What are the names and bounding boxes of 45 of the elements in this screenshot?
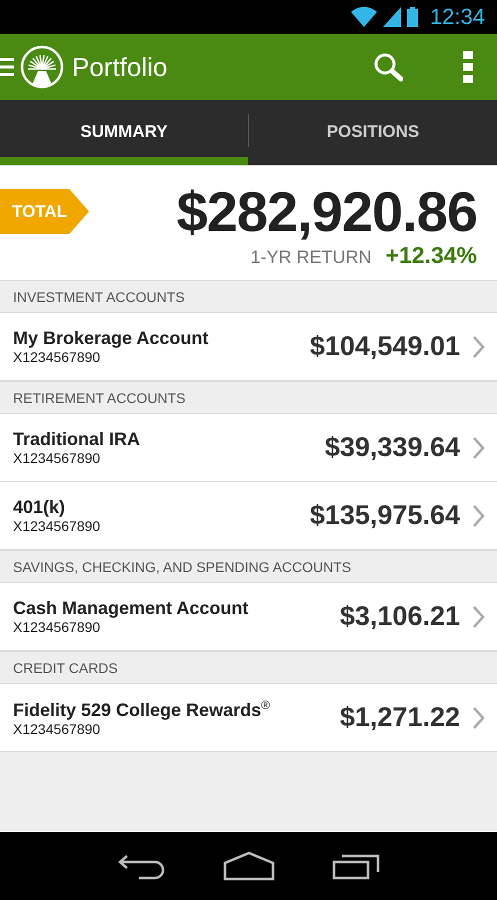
battery-icon — [406, 7, 418, 27]
app-title: Portfolio — [72, 52, 168, 82]
account-row[interactable]: Traditional IRA X1234567890 $39,339.64 — [0, 414, 497, 482]
account-balance: $3,106.21 — [340, 601, 460, 632]
home-icon[interactable] — [222, 851, 274, 881]
account-row[interactable]: Fidelity 529 College Rewards$^{®}$ X1234567890 $1,271.22 — [0, 684, 497, 752]
account-number: X1234567890 — [13, 518, 102, 534]
account-number: X1234567890 — [13, 619, 102, 635]
recent-apps-icon[interactable] — [332, 852, 380, 880]
account-name: Cash Management Account — [13, 598, 250, 619]
account-name: Traditional IRA — [13, 429, 142, 450]
account-name: 401(k) — [13, 497, 66, 518]
return-value: +12.34% — [386, 242, 477, 269]
account-name: Fidelity 529 College Rewards$^{®}$ — [13, 698, 271, 721]
chevron-icon — [472, 436, 485, 460]
account-number: X1234567890 — [13, 721, 102, 737]
account-row[interactable]: Cash Management Account X1234567890 $3,106.21 — [0, 583, 497, 651]
section-header: INVESTMENT ACCOUNTS — [0, 280, 497, 313]
account-number: X1234567890 — [13, 450, 102, 466]
section-header: SAVINGS, CHECKING, AND SPENDING ACCOUNTS — [0, 550, 497, 583]
chevron-icon — [472, 334, 485, 358]
search-icon[interactable] — [373, 52, 403, 82]
account-row[interactable]: My Brokerage Account X1234567890 $104,549.01 — [0, 313, 497, 381]
back-icon[interactable] — [117, 852, 166, 880]
chevron-icon — [472, 504, 485, 528]
account-number: X1234567890 — [13, 349, 102, 365]
account-balance: $39,339.64 — [324, 432, 460, 463]
total-badge: TOTAL — [0, 189, 89, 234]
account-balance: $104,549.01 — [310, 331, 460, 362]
account-balance: $135,975.64 — [310, 500, 460, 531]
account-balance: $1,271.22 — [340, 702, 460, 733]
chevron-icon — [472, 604, 485, 628]
section-header: CREDIT CARDS — [0, 651, 497, 684]
chevron-icon — [472, 706, 485, 730]
account-name: My Brokerage Account — [13, 328, 210, 349]
account-row[interactable]: 401(k) X1234567890 $135,975.64 — [0, 482, 497, 550]
return-label: 1-YR RETURN — [250, 247, 372, 268]
more-options-icon[interactable] — [463, 51, 473, 83]
clock-time: 12:34 — [430, 4, 485, 30]
wifi-icon — [350, 7, 377, 27]
signal-icon — [382, 7, 401, 27]
menu-icon[interactable] — [0, 56, 14, 78]
logo-icon[interactable] — [20, 45, 64, 89]
total-value: $282,920.86 — [176, 184, 477, 240]
section-header: RETIREMENT ACCOUNTS — [0, 381, 497, 414]
